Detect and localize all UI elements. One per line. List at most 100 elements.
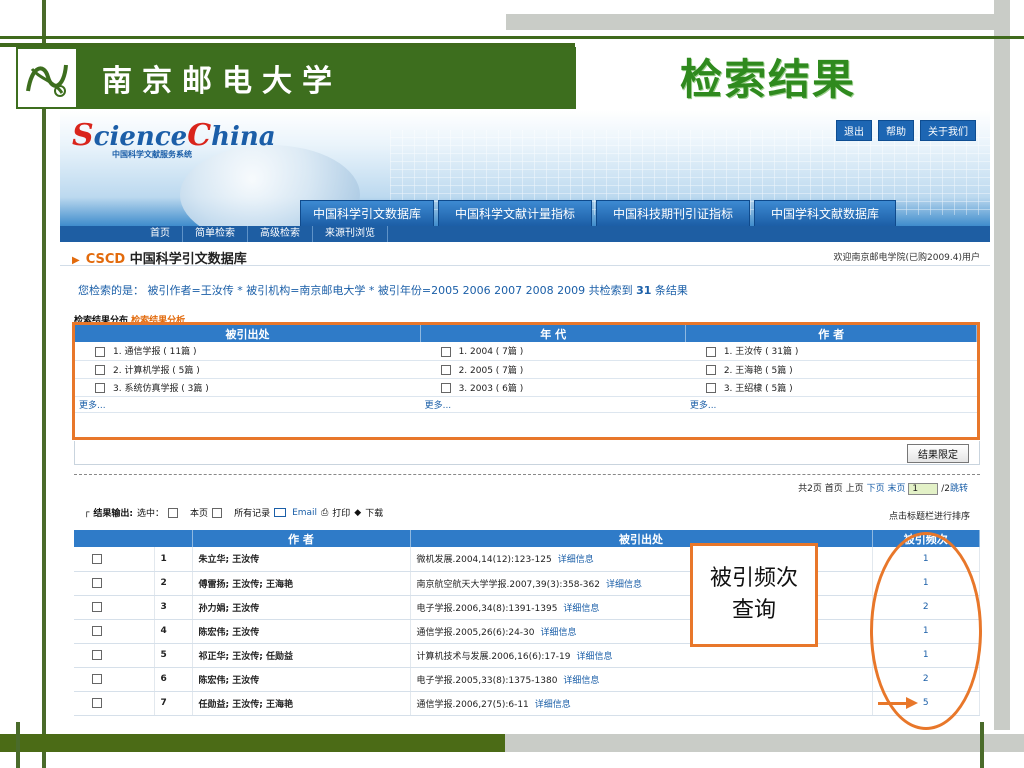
dist-col-source: 被引出处 (75, 325, 422, 342)
nav-advanced-search[interactable]: 高级检索 (248, 226, 313, 242)
detail-link[interactable]: 详细信息 (563, 604, 599, 614)
table-row: 2 傅雷扬; 王汝传; 王海艳 南京航空航天大学学报.2007,39(3):35… (74, 571, 980, 596)
email-icon (274, 508, 287, 517)
detail-link[interactable]: 详细信息 (606, 580, 642, 590)
checkbox[interactable] (95, 346, 105, 357)
more-author-link[interactable]: 更多... (685, 396, 977, 413)
row-checkbox[interactable] (92, 673, 102, 684)
select-all-checkbox[interactable] (212, 507, 223, 518)
col-authors[interactable]: 作 者 (192, 530, 411, 547)
result-count: 31 (636, 284, 652, 297)
limit-row: 结果限定 (74, 441, 980, 465)
checkbox[interactable] (440, 346, 451, 357)
distribution-table: 被引出处 年 代 作 者 1. 通信学报 ( 11篇 ) 1. 2004 ( 7… (75, 325, 977, 413)
checkbox[interactable] (705, 346, 716, 357)
print-icon: ⎙ (321, 507, 329, 518)
university-logo-bar: 南京邮电大学 (16, 47, 576, 109)
dist-col-year: 年 代 (420, 325, 687, 342)
dist-row: 3. 系统仿真学报 ( 3篇 ) 3. 2003 ( 6篇 ) 3. 王绍棣 (… (75, 378, 977, 397)
nav-source-browse[interactable]: 来源刊浏览 (313, 226, 388, 242)
checkbox[interactable] (705, 383, 716, 393)
detail-link[interactable]: 详细信息 (535, 700, 571, 710)
checkbox[interactable] (440, 383, 451, 393)
nav-spacer (60, 226, 138, 242)
table-row: 5 祁正华; 王汝传; 任勋益 计算机技术与发展.2006,16(6):17-1… (74, 643, 980, 668)
table-row: 3 孙力娟; 王汝传 电子学报.2006,34(8):1391-1395 详细信息… (74, 595, 980, 620)
col-blank (74, 530, 193, 547)
jump-link[interactable]: 跳转 (950, 484, 968, 494)
more-source-link[interactable]: 更多... (75, 396, 421, 413)
database-title: ▶ CSCD 中国科学引文数据库 (72, 252, 247, 267)
slide-title: 检索结果 (680, 55, 857, 104)
table-row: 1 朱立华; 王汝传 微机发展.2004,14(12):123-125 详细信息 … (74, 547, 980, 572)
first-page-link[interactable]: 首页 (825, 484, 843, 494)
university-emblem-icon (16, 47, 78, 109)
results-table: 作 者 被引出处 被引频次 1 朱立华; 王汝传 微机发展.2004,14(12… (74, 530, 980, 716)
select-this-page-checkbox[interactable] (168, 507, 179, 518)
print-button[interactable]: 打印 (332, 506, 350, 519)
email-button[interactable]: Email (292, 508, 317, 518)
callout-line-1: 被引频次 (709, 566, 798, 591)
frame-top-green-line (0, 36, 1024, 39)
row-checkbox[interactable] (92, 625, 102, 636)
table-row: 6 陈宏伟; 王汝传 电子学报.2005,33(8):1375-1380 详细信息… (74, 667, 980, 692)
database-tabs: 中国科学引文数据库 中国科学文献计量指标 中国科技期刊引证指标 中国学科文献数据… (300, 200, 897, 226)
help-link[interactable]: 帮助 (878, 120, 914, 141)
frame-bottom-gray-bar (505, 734, 1024, 752)
top-links: 退出 帮助 关于我们 (836, 120, 976, 141)
divider (74, 474, 980, 475)
last-page-link[interactable]: 末页 (887, 484, 905, 494)
detail-link[interactable]: 详细信息 (577, 652, 613, 662)
dist-col-author: 作 者 (685, 325, 977, 342)
dist-row: 2. 计算机学报 ( 5篇 ) 2. 2005 ( 7篇 ) 2. 王海艳 ( … (75, 360, 977, 379)
tab-subject-database[interactable]: 中国学科文献数据库 (754, 200, 897, 226)
sciencechina-logo[interactable]: ScienceChina 中国科学文献服务系统 (72, 118, 276, 160)
checkbox[interactable] (440, 365, 451, 375)
query-summary: 您检索的是： 被引作者=王汝传 * 被引机构=南京邮电大学 * 被引年份=200… (78, 284, 688, 297)
limit-results-button[interactable]: 结果限定 (907, 444, 969, 463)
more-year-link[interactable]: 更多... (420, 396, 686, 413)
detail-link[interactable]: 详细信息 (541, 628, 577, 638)
detail-link[interactable]: 详细信息 (563, 676, 599, 686)
about-link[interactable]: 关于我们 (920, 120, 976, 141)
highlight-oval (870, 532, 982, 730)
database-title-row: ▶ CSCD 中国科学引文数据库 欢迎南京邮电学院(已购2009.4)用户 (60, 246, 990, 267)
detail-link[interactable]: 详细信息 (558, 555, 594, 565)
row-checkbox[interactable] (92, 697, 102, 708)
frame-bottom-left-line (16, 722, 20, 768)
row-checkbox[interactable] (92, 577, 102, 588)
checkbox[interactable] (95, 365, 105, 375)
corner-icon: ┌ (84, 507, 90, 518)
welcome-text: 欢迎南京邮电学院(已购2009.4)用户 (833, 253, 980, 263)
dist-row: 1. 通信学报 ( 11篇 ) 1. 2004 ( 7篇 ) 1. 王汝传 ( … (75, 342, 977, 361)
nav-home[interactable]: 首页 (138, 226, 183, 242)
output-toolbar: ┌ 结果输出: 选中： 本页 所有记录 Email ⎙ 打印 ◆ 下载 (84, 506, 384, 519)
tab-literature-metrics[interactable]: 中国科学文献计量指标 (438, 200, 593, 226)
sort-hint: 点击标题栏进行排序 (888, 512, 970, 522)
row-checkbox[interactable] (92, 553, 102, 564)
page-input[interactable]: 1 (908, 482, 939, 495)
logout-link[interactable]: 退出 (836, 120, 872, 141)
download-icon: ◆ (354, 507, 362, 518)
site-header: ScienceChina 中国科学文献服务系统 退出 帮助 关于我们 中国科学引… (60, 110, 990, 226)
table-row: 4 陈宏伟; 王汝传 通信学报.2005,26(6):24-30 详细信息 1 (74, 619, 980, 644)
row-checkbox[interactable] (92, 649, 102, 660)
annotation-callout: 被引频次 查询 (690, 543, 818, 647)
tab-cscd[interactable]: 中国科学引文数据库 (300, 200, 435, 226)
download-button[interactable]: 下载 (365, 506, 383, 519)
row-checkbox[interactable] (92, 601, 102, 612)
checkbox[interactable] (95, 383, 105, 393)
arrow-right-icon (906, 697, 918, 709)
slide: 南京邮电大学 检索结果 ScienceChina 中国科学文献服务系统 退出 帮… (0, 0, 1024, 768)
tab-journal-citation[interactable]: 中国科技期刊引证指标 (596, 200, 751, 226)
browser-screenshot: ScienceChina 中国科学文献服务系统 退出 帮助 关于我们 中国科学引… (60, 110, 990, 722)
frame-right-gray-bar (994, 0, 1010, 730)
frame-vertical-line (42, 0, 46, 768)
prev-page-link[interactable]: 上页 (846, 484, 864, 494)
university-name: 南京邮电大学 (102, 64, 342, 99)
checkbox[interactable] (705, 365, 716, 375)
triangle-icon: ▶ (72, 255, 80, 266)
next-page-link[interactable]: 下页 (867, 484, 885, 494)
table-row: 7 任勋益; 王汝传; 王海艳 通信学报.2006,27(5):6-11 详细信息… (74, 691, 980, 716)
nav-simple-search[interactable]: 简单检索 (183, 226, 248, 242)
